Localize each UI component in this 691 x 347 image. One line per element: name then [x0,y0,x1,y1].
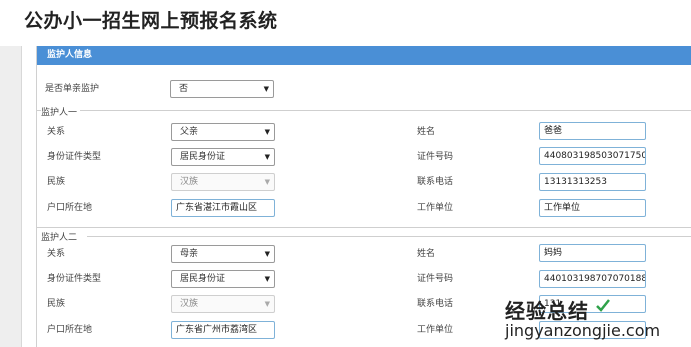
guardian-1-relation-value: 父亲 [180,127,199,137]
chevron-down-icon: ▼ [264,250,270,258]
guardian-2-id-type-value: 居民身份证 [180,274,226,284]
guardian-1-phone-label: 联系电话 [417,177,454,187]
watermark: 经验总结 jingyanzongjie.com [505,295,691,347]
guardian-2-phone-label: 联系电话 [417,299,454,309]
watermark-cn-text: 经验总结 [505,299,589,323]
checkmark-icon [596,299,610,312]
guardian-1-work-input[interactable]: 工作单位 [539,199,646,217]
guardian-2-relation-select[interactable]: 母亲 ▼ [171,245,275,263]
chevron-down-icon: ▼ [264,178,270,186]
page-title: 公办小一招生网上预报名系统 [24,10,278,32]
guardian-2-relation-value: 母亲 [180,249,199,259]
guardian-1-hukou-label: 户口所在地 [47,203,93,213]
group-divider [37,227,691,228]
guardian-1-phone-input[interactable]: 13131313253 [539,173,646,191]
guardian-2-ethnic-select[interactable]: 汉族 ▼ [171,295,275,313]
guardian-2-work-label: 工作单位 [417,325,454,335]
single-parent-value: 否 [179,84,189,94]
group-divider [37,110,691,111]
guardian-2-id-type-select[interactable]: 居民身份证 ▼ [171,270,275,288]
single-parent-select[interactable]: 否 ▼ [170,80,274,98]
guardian-2-ethnic-value: 汉族 [180,299,199,309]
guardian-1-ethnic-select[interactable]: 汉族 ▼ [171,173,275,191]
guardian-2-id-no-label: 证件号码 [417,274,454,284]
chevron-down-icon: ▼ [264,128,270,136]
guardian-1-id-no-label: 证件号码 [417,152,454,162]
guardian-1-ethnic-label: 民族 [47,177,66,187]
guardian-1-name-label: 姓名 [417,127,436,137]
chevron-down-icon: ▼ [264,153,270,161]
guardian-1-hukou-input[interactable]: 广东省湛江市霞山区 [171,199,275,217]
left-gutter [0,46,21,347]
guardian-1-relation-label: 关系 [47,127,66,137]
guardian-2-name-input[interactable]: 妈妈 [539,244,646,262]
gutter-divider [21,46,22,347]
guardian-1-id-type-value: 居民身份证 [180,152,226,162]
guardian-2-name-label: 姓名 [417,249,436,259]
guardian-2-id-type-label: 身份证件类型 [47,274,102,284]
guardian-1-id-type-select[interactable]: 居民身份证 ▼ [171,148,275,166]
guardian-2-hukou-input[interactable]: 广东省广州市荔湾区 [171,321,275,339]
guardian-1-relation-select[interactable]: 父亲 ▼ [171,123,275,141]
guardian-2-hukou-label: 户口所在地 [47,325,93,335]
guardian-1-work-label: 工作单位 [417,203,454,213]
guardian-2-ethnic-label: 民族 [47,299,66,309]
panel-header: 监护人信息 [37,46,691,65]
guardian-1-id-type-label: 身份证件类型 [47,152,102,162]
chevron-down-icon: ▼ [263,85,269,93]
watermark-en-text: jingyanzongjie.com [505,321,661,340]
guardian-1-legend: 监护人一 [41,105,81,118]
guardian-1-ethnic-value: 汉族 [180,177,199,187]
single-parent-label: 是否单亲监护 [45,84,100,94]
group-divider [87,236,691,237]
guardian-2-legend: 监护人二 [41,230,81,243]
chevron-down-icon: ▼ [264,300,270,308]
guardian-2-relation-label: 关系 [47,249,66,259]
guardian-1-name-input[interactable]: 爸爸 [539,122,646,140]
guardian-2-id-no-input[interactable]: 440103198707070188 [539,270,646,288]
guardian-1-id-no-input[interactable]: 440803198503071750 [539,147,646,165]
chevron-down-icon: ▼ [264,275,270,283]
